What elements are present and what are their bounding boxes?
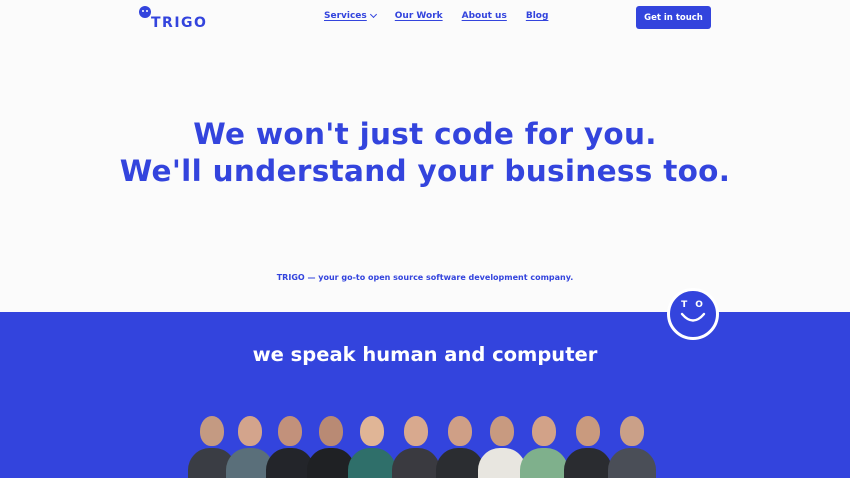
team-member	[478, 410, 526, 478]
nav-services-label: Services	[324, 11, 367, 21]
smile-icon	[680, 312, 706, 322]
hero-title-line-2: We'll understand your business too.	[119, 154, 731, 188]
team-member	[392, 410, 440, 478]
get-in-touch-button[interactable]: Get in touch	[636, 6, 711, 29]
team-photo	[180, 410, 670, 478]
badge-letters: TO	[681, 300, 711, 310]
nav-blog[interactable]: Blog	[526, 11, 549, 21]
team-member	[608, 410, 656, 478]
main-nav: Services Our Work About us Blog	[324, 10, 549, 21]
team-member	[564, 410, 612, 478]
section-title: we speak human and computer	[252, 343, 598, 366]
hero-title-line-1: We won't just code for you.	[193, 117, 657, 151]
team-member	[348, 410, 396, 478]
nav-about-us[interactable]: About us	[462, 11, 507, 21]
hero-title: We won't just code for you. We'll unders…	[0, 116, 850, 190]
nav-our-work[interactable]: Our Work	[395, 11, 443, 21]
team-member	[520, 410, 568, 478]
nav-about-us-label: About us	[461, 11, 507, 21]
team-member	[436, 410, 484, 478]
chevron-down-icon	[369, 10, 377, 19]
nav-our-work-label: Our Work	[394, 11, 443, 21]
hero-subtitle: TRIGO — your go-to open source software …	[276, 273, 574, 282]
nav-blog-label: Blog	[525, 11, 549, 21]
smiley-logo-icon	[139, 6, 151, 18]
trigo-logo[interactable]: TRIGO	[139, 6, 209, 32]
smiley-badge-icon: TO	[667, 288, 719, 340]
nav-services[interactable]: Services	[324, 10, 377, 21]
logo-text: TRIGO	[151, 15, 208, 31]
